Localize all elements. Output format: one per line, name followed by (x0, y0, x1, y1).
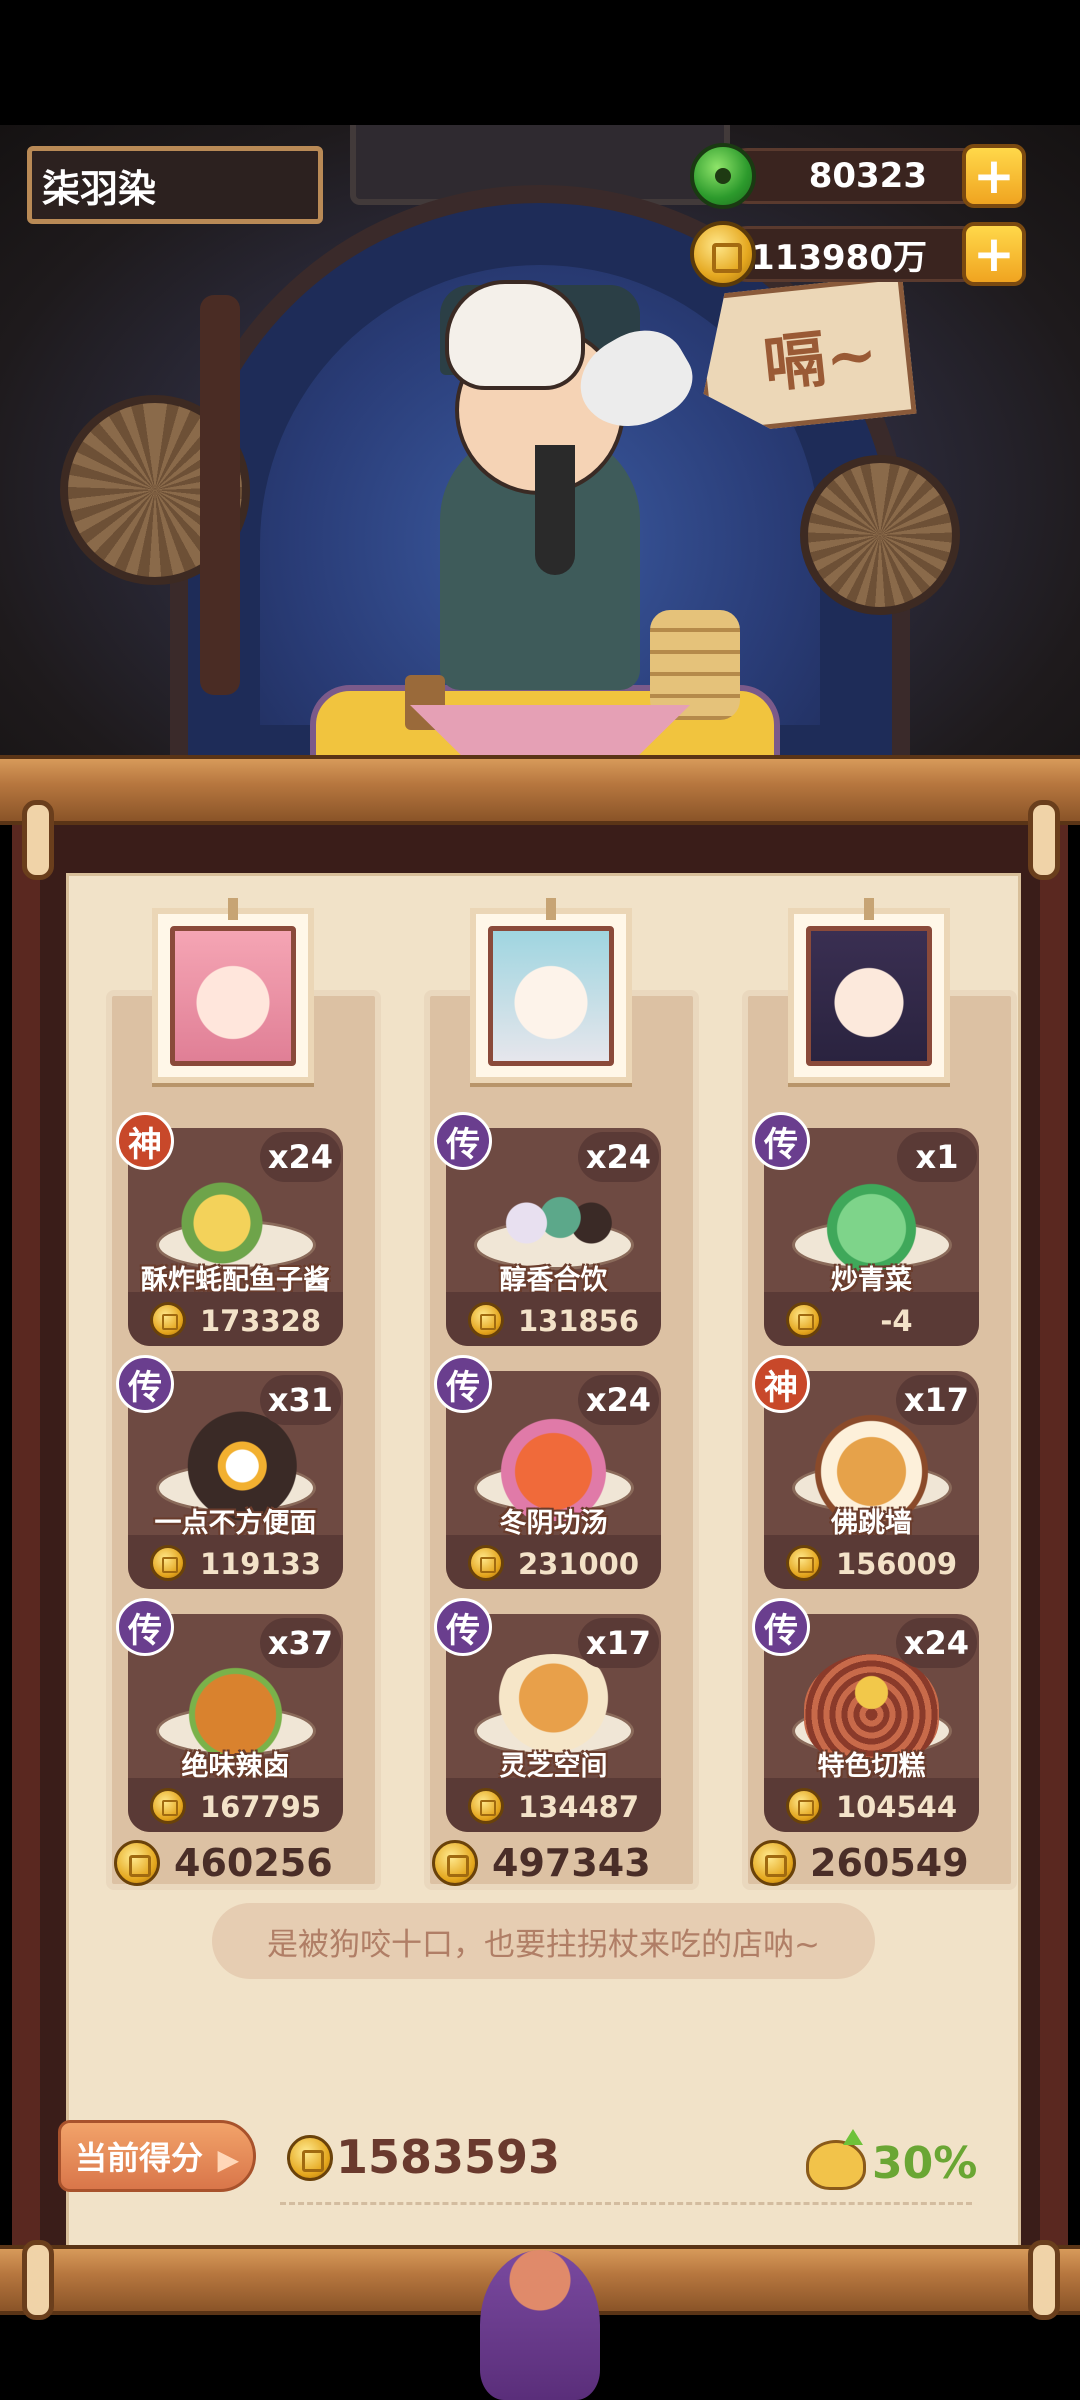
column-total-value: 497343 (492, 1841, 651, 1885)
rarity-badge-chuan: 传 (116, 1598, 174, 1656)
stacked-bowls (650, 610, 740, 720)
rod-knob-right (1028, 2240, 1060, 2320)
coin-icon (786, 1545, 822, 1581)
portrait-dark-hair-girl (806, 926, 932, 1066)
coin-icon (786, 1788, 822, 1824)
frame-hanger (228, 898, 238, 920)
current-score-button[interactable]: 当前得分 ▶ (58, 2120, 256, 2192)
portrait-white-hair-warrior (488, 926, 614, 1066)
coin-icon (786, 1302, 822, 1338)
bonus-percent: 30% (872, 2138, 978, 2189)
rarity-badge-chuan: 传 (434, 1355, 492, 1413)
coin-icon (432, 1840, 478, 1886)
rod-knob-right (1028, 800, 1060, 880)
dish-quantity: x37 (259, 1618, 341, 1668)
rarity-badge-chuan: 传 (752, 1112, 810, 1170)
dish-price: 231000 (517, 1547, 640, 1581)
add-gold-button[interactable]: + (962, 222, 1026, 286)
coin-icon (468, 1788, 504, 1824)
dish-quantity: x17 (577, 1618, 659, 1668)
player-name: 柒羽染 (42, 166, 157, 211)
white-dog-character (445, 280, 585, 390)
jade-value: 80323 (808, 156, 927, 196)
dish-price: 104544 (835, 1790, 958, 1824)
frame-hanger (546, 898, 556, 920)
current-score-label: 当前得分 (75, 2139, 204, 2177)
paper-fan-right (800, 455, 960, 615)
dish-quantity: x24 (577, 1375, 659, 1425)
gold-value: 113980万 (751, 237, 927, 278)
coin-icon (114, 1840, 160, 1886)
dish-quantity: x1 (897, 1132, 977, 1182)
bonus-bag-icon (806, 2129, 866, 2190)
portrait-frame-2[interactable] (470, 898, 632, 1083)
ladle-stand (200, 295, 240, 695)
gold-currency-bar: 113980万 (720, 226, 990, 282)
rarity-badge-chuan: 传 (752, 1598, 810, 1656)
rarity-badge-chuan: 传 (434, 1598, 492, 1656)
dish-price: 131856 (517, 1304, 640, 1338)
speech-text: 嗝~ (760, 316, 881, 402)
rarity-badge-shen: 神 (752, 1355, 810, 1413)
dish-price: 134487 (517, 1790, 640, 1824)
gold-coin-icon (690, 221, 756, 287)
dish-quantity: x24 (577, 1132, 659, 1182)
coin-icon (150, 1302, 186, 1338)
jade-currency-bar: 80323 (720, 148, 990, 204)
dish-quantity: x17 (895, 1375, 977, 1425)
column-total-1: 460256 (114, 1838, 333, 1888)
play-arrow-icon: ▶ (217, 2143, 239, 2176)
plus-icon: + (973, 147, 1015, 205)
coin-icon (150, 1788, 186, 1824)
dish-price: 173328 (199, 1304, 322, 1338)
frame-hanger (864, 898, 874, 920)
quote-text: 是被狗咬十口，也要拄拐杖来吃的店呐~ (267, 1926, 820, 1963)
dish-price: 167795 (199, 1790, 322, 1824)
player-name-plate[interactable]: 柒羽染 (27, 146, 323, 224)
scroll-rod-top (0, 755, 1080, 825)
coin-icon (287, 2135, 333, 2181)
rod-knob-left (22, 2240, 54, 2320)
plus-icon: + (973, 225, 1015, 283)
dish-quantity: x24 (259, 1132, 341, 1182)
dish-quantity: x24 (895, 1618, 977, 1668)
column-total-value: 260549 (810, 1841, 969, 1885)
column-total-3: 260549 (750, 1838, 969, 1888)
add-jade-button[interactable]: + (962, 144, 1026, 208)
column-total-2: 497343 (432, 1838, 651, 1888)
coin-icon (150, 1545, 186, 1581)
current-score-value: 1583593 (336, 2130, 561, 2184)
portrait-pink-hair-girl (170, 926, 296, 1066)
rarity-badge-chuan: 传 (434, 1112, 492, 1170)
chef-beard (535, 445, 575, 575)
customer-quote: 是被狗咬十口，也要拄拐杖来吃的店呐~ (212, 1903, 875, 1979)
dish-price: 119133 (199, 1547, 322, 1581)
dish-price: 156009 (835, 1547, 958, 1581)
dish-price: -4 (880, 1304, 913, 1338)
column-total-value: 460256 (174, 1841, 333, 1885)
rod-knob-left (22, 800, 54, 880)
rarity-badge-shen: 神 (116, 1112, 174, 1170)
coin-icon (468, 1302, 504, 1338)
portrait-frame-3[interactable] (788, 898, 950, 1083)
rarity-badge-chuan: 传 (116, 1355, 174, 1413)
status-bar-area (0, 0, 1080, 125)
coin-icon (468, 1545, 504, 1581)
coin-icon (750, 1840, 796, 1886)
portrait-frame-1[interactable] (152, 898, 314, 1083)
tassel-ornament (480, 2250, 600, 2400)
jade-coin-icon (690, 143, 756, 209)
score-divider (280, 2202, 972, 2205)
dish-quantity: x31 (259, 1375, 341, 1425)
